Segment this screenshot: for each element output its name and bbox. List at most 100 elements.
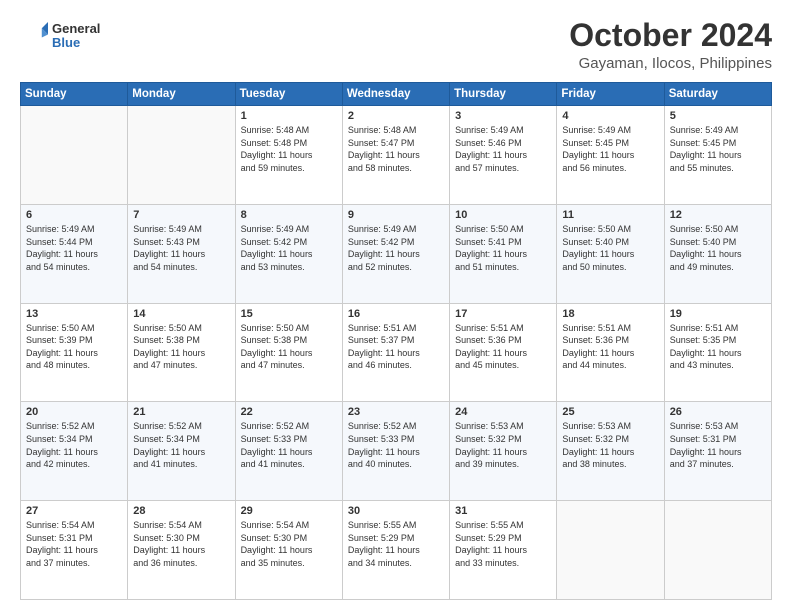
day-detail: Sunrise: 5:49 AM Sunset: 5:43 PM Dayligh… <box>133 223 229 273</box>
day-detail: Sunrise: 5:48 AM Sunset: 5:47 PM Dayligh… <box>348 124 444 174</box>
calendar-cell: 25 Sunrise: 5:53 AM Sunset: 5:32 PM Dayli… <box>557 402 664 501</box>
day-detail: Sunrise: 5:50 AM Sunset: 5:39 PM Dayligh… <box>26 322 122 372</box>
day-number: 8 <box>241 209 337 221</box>
day-detail: Sunrise: 5:48 AM Sunset: 5:48 PM Dayligh… <box>241 124 337 174</box>
day-number: 1 <box>241 110 337 122</box>
calendar-cell <box>664 501 771 600</box>
day-number: 21 <box>133 406 229 418</box>
day-detail: Sunrise: 5:55 AM Sunset: 5:29 PM Dayligh… <box>455 519 551 569</box>
day-number: 9 <box>348 209 444 221</box>
day-number: 14 <box>133 308 229 320</box>
calendar-table: SundayMondayTuesdayWednesdayThursdayFrid… <box>20 82 772 600</box>
calendar-week-2: 6 Sunrise: 5:49 AM Sunset: 5:44 PM Daylig… <box>21 204 772 303</box>
calendar-cell: 19 Sunrise: 5:51 AM Sunset: 5:35 PM Dayli… <box>664 303 771 402</box>
day-number: 19 <box>670 308 766 320</box>
calendar-header-monday: Monday <box>128 83 235 106</box>
day-detail: Sunrise: 5:51 AM Sunset: 5:35 PM Dayligh… <box>670 322 766 372</box>
day-detail: Sunrise: 5:50 AM Sunset: 5:40 PM Dayligh… <box>670 223 766 273</box>
day-number: 27 <box>26 505 122 517</box>
day-detail: Sunrise: 5:53 AM Sunset: 5:31 PM Dayligh… <box>670 420 766 470</box>
calendar-cell: 7 Sunrise: 5:49 AM Sunset: 5:43 PM Daylig… <box>128 204 235 303</box>
calendar-header-saturday: Saturday <box>664 83 771 106</box>
calendar-header-row: SundayMondayTuesdayWednesdayThursdayFrid… <box>21 83 772 106</box>
calendar-header-thursday: Thursday <box>450 83 557 106</box>
calendar-cell <box>21 106 128 205</box>
calendar-cell: 6 Sunrise: 5:49 AM Sunset: 5:44 PM Daylig… <box>21 204 128 303</box>
title-block: October 2024 Gayaman, Ilocos, Philippine… <box>569 18 772 72</box>
day-detail: Sunrise: 5:53 AM Sunset: 5:32 PM Dayligh… <box>455 420 551 470</box>
calendar-week-1: 1 Sunrise: 5:48 AM Sunset: 5:48 PM Daylig… <box>21 106 772 205</box>
logo-blue: Blue <box>52 36 100 50</box>
day-number: 13 <box>26 308 122 320</box>
calendar-cell: 20 Sunrise: 5:52 AM Sunset: 5:34 PM Dayli… <box>21 402 128 501</box>
day-number: 30 <box>348 505 444 517</box>
calendar-cell: 21Sunrise: 5:52 AM Sunset: 5:34 PM Dayli… <box>128 402 235 501</box>
day-number: 3 <box>455 110 551 122</box>
day-detail: Sunrise: 5:49 AM Sunset: 5:45 PM Dayligh… <box>562 124 658 174</box>
calendar-header-tuesday: Tuesday <box>235 83 342 106</box>
day-number: 29 <box>241 505 337 517</box>
calendar-cell: 4Sunrise: 5:49 AM Sunset: 5:45 PM Daylig… <box>557 106 664 205</box>
day-number: 12 <box>670 209 766 221</box>
day-detail: Sunrise: 5:51 AM Sunset: 5:36 PM Dayligh… <box>455 322 551 372</box>
calendar-week-3: 13 Sunrise: 5:50 AM Sunset: 5:39 PM Dayli… <box>21 303 772 402</box>
day-detail: Sunrise: 5:54 AM Sunset: 5:30 PM Dayligh… <box>133 519 229 569</box>
calendar-cell: 3 Sunrise: 5:49 AM Sunset: 5:46 PM Daylig… <box>450 106 557 205</box>
calendar-cell: 29 Sunrise: 5:54 AM Sunset: 5:30 PM Dayli… <box>235 501 342 600</box>
calendar-cell: 17 Sunrise: 5:51 AM Sunset: 5:36 PM Dayli… <box>450 303 557 402</box>
calendar-cell: 11Sunrise: 5:50 AM Sunset: 5:40 PM Dayli… <box>557 204 664 303</box>
day-detail: Sunrise: 5:52 AM Sunset: 5:33 PM Dayligh… <box>348 420 444 470</box>
page: General Blue October 2024 Gayaman, Iloco… <box>0 0 792 612</box>
calendar-cell: 2 Sunrise: 5:48 AM Sunset: 5:47 PM Daylig… <box>342 106 449 205</box>
header: General Blue October 2024 Gayaman, Iloco… <box>20 18 772 72</box>
day-detail: Sunrise: 5:54 AM Sunset: 5:30 PM Dayligh… <box>241 519 337 569</box>
calendar-week-4: 20 Sunrise: 5:52 AM Sunset: 5:34 PM Dayli… <box>21 402 772 501</box>
day-number: 6 <box>26 209 122 221</box>
main-title: October 2024 <box>569 18 772 53</box>
calendar-cell: 28Sunrise: 5:54 AM Sunset: 5:30 PM Dayli… <box>128 501 235 600</box>
day-detail: Sunrise: 5:50 AM Sunset: 5:38 PM Dayligh… <box>133 322 229 372</box>
day-detail: Sunrise: 5:51 AM Sunset: 5:37 PM Dayligh… <box>348 322 444 372</box>
calendar-week-5: 27 Sunrise: 5:54 AM Sunset: 5:31 PM Dayli… <box>21 501 772 600</box>
calendar-cell <box>557 501 664 600</box>
day-number: 15 <box>241 308 337 320</box>
day-detail: Sunrise: 5:50 AM Sunset: 5:38 PM Dayligh… <box>241 322 337 372</box>
logo: General Blue <box>20 22 100 51</box>
calendar-cell: 27 Sunrise: 5:54 AM Sunset: 5:31 PM Dayli… <box>21 501 128 600</box>
day-number: 22 <box>241 406 337 418</box>
day-detail: Sunrise: 5:49 AM Sunset: 5:44 PM Dayligh… <box>26 223 122 273</box>
calendar-cell: 8 Sunrise: 5:49 AM Sunset: 5:42 PM Daylig… <box>235 204 342 303</box>
day-number: 18 <box>562 308 658 320</box>
logo-icon <box>20 22 48 50</box>
calendar-header-sunday: Sunday <box>21 83 128 106</box>
calendar-cell: 26Sunrise: 5:53 AM Sunset: 5:31 PM Dayli… <box>664 402 771 501</box>
calendar-header-friday: Friday <box>557 83 664 106</box>
day-detail: Sunrise: 5:54 AM Sunset: 5:31 PM Dayligh… <box>26 519 122 569</box>
calendar-cell: 13 Sunrise: 5:50 AM Sunset: 5:39 PM Dayli… <box>21 303 128 402</box>
day-detail: Sunrise: 5:49 AM Sunset: 5:42 PM Dayligh… <box>348 223 444 273</box>
day-detail: Sunrise: 5:49 AM Sunset: 5:45 PM Dayligh… <box>670 124 766 174</box>
day-number: 17 <box>455 308 551 320</box>
day-number: 16 <box>348 308 444 320</box>
day-detail: Sunrise: 5:52 AM Sunset: 5:34 PM Dayligh… <box>26 420 122 470</box>
day-detail: Sunrise: 5:49 AM Sunset: 5:46 PM Dayligh… <box>455 124 551 174</box>
calendar-cell: 10Sunrise: 5:50 AM Sunset: 5:41 PM Dayli… <box>450 204 557 303</box>
calendar-cell: 31Sunrise: 5:55 AM Sunset: 5:29 PM Dayli… <box>450 501 557 600</box>
day-detail: Sunrise: 5:49 AM Sunset: 5:42 PM Dayligh… <box>241 223 337 273</box>
day-number: 25 <box>562 406 658 418</box>
calendar-cell: 30Sunrise: 5:55 AM Sunset: 5:29 PM Dayli… <box>342 501 449 600</box>
day-detail: Sunrise: 5:50 AM Sunset: 5:41 PM Dayligh… <box>455 223 551 273</box>
calendar-cell: 22 Sunrise: 5:52 AM Sunset: 5:33 PM Dayli… <box>235 402 342 501</box>
calendar-cell: 15 Sunrise: 5:50 AM Sunset: 5:38 PM Dayli… <box>235 303 342 402</box>
day-detail: Sunrise: 5:50 AM Sunset: 5:40 PM Dayligh… <box>562 223 658 273</box>
day-number: 7 <box>133 209 229 221</box>
day-number: 2 <box>348 110 444 122</box>
calendar-cell: 1 Sunrise: 5:48 AM Sunset: 5:48 PM Daylig… <box>235 106 342 205</box>
day-number: 20 <box>26 406 122 418</box>
day-detail: Sunrise: 5:53 AM Sunset: 5:32 PM Dayligh… <box>562 420 658 470</box>
calendar-cell: 24Sunrise: 5:53 AM Sunset: 5:32 PM Dayli… <box>450 402 557 501</box>
subtitle: Gayaman, Ilocos, Philippines <box>569 55 772 72</box>
calendar-cell: 12 Sunrise: 5:50 AM Sunset: 5:40 PM Dayli… <box>664 204 771 303</box>
calendar-cell <box>128 106 235 205</box>
day-detail: Sunrise: 5:52 AM Sunset: 5:33 PM Dayligh… <box>241 420 337 470</box>
